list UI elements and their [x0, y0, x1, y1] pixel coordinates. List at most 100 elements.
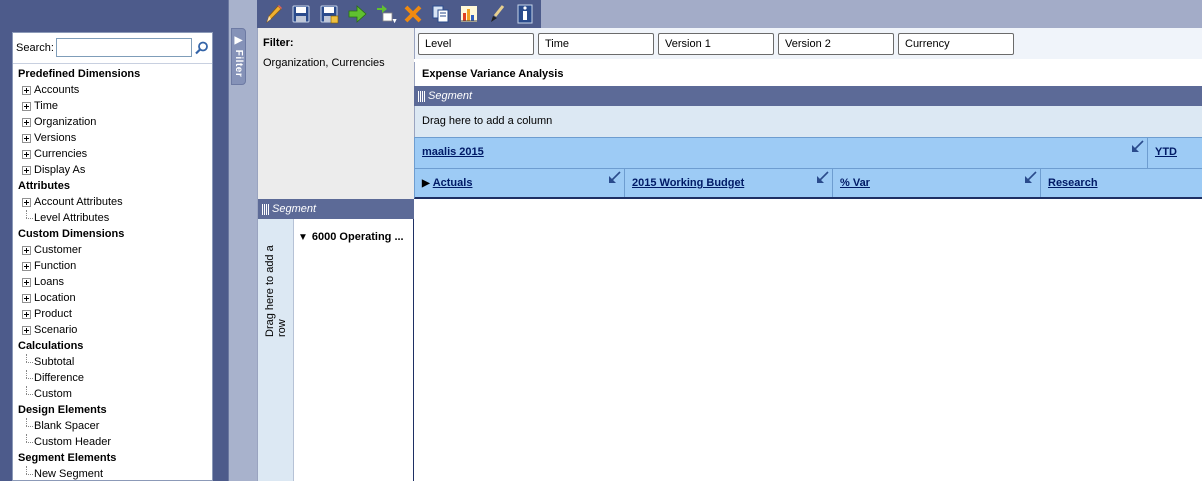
row-header-area: ▼ 6000 Operating ...: [294, 219, 414, 481]
expand-plus-icon[interactable]: [22, 293, 31, 303]
collapse-arrow-icon[interactable]: [608, 171, 621, 184]
save-button[interactable]: [287, 0, 315, 28]
row-drop-zone[interactable]: Drag here to add a row: [257, 219, 294, 481]
insert-button[interactable]: ▼: [371, 0, 399, 28]
column-header-row-1: maalis 2015 YTD: [414, 137, 1202, 168]
row-segment-header[interactable]: Segment: [257, 199, 414, 219]
tree-heading-design-elements: Design Elements: [18, 404, 107, 416]
edit-button[interactable]: [259, 0, 287, 28]
tree-item-label: Custom Header: [34, 436, 112, 448]
column-header-label: % Var: [840, 177, 870, 189]
tree-item-loans[interactable]: Loans: [13, 274, 212, 290]
tree-item-label: Customer: [34, 244, 82, 256]
column-header-label: YTD: [1155, 146, 1177, 158]
tree-item-blank-spacer[interactable]: Blank Spacer: [13, 418, 212, 434]
dimension-chip-currency[interactable]: Currency: [898, 32, 1014, 55]
tree-item-new-segment[interactable]: New Segment: [13, 466, 212, 481]
expand-plus-icon[interactable]: [22, 261, 31, 271]
collapse-arrow-icon[interactable]: [816, 171, 829, 184]
dimension-chip-time[interactable]: Time: [538, 32, 654, 55]
expand-plus-icon[interactable]: [22, 325, 31, 335]
tree-item-label: Organization: [34, 116, 97, 128]
collapse-arrow-icon[interactable]: [1131, 140, 1144, 153]
expand-triangle-icon: ▶: [422, 178, 430, 189]
column-header-percent-var[interactable]: % Var: [833, 169, 1041, 197]
info-button[interactable]: [511, 0, 539, 28]
search-row: Search:: [13, 33, 212, 59]
column-header-working-budget[interactable]: 2015 Working Budget: [625, 169, 833, 197]
tree-heading-segment-elements: Segment Elements: [18, 452, 117, 464]
x-icon: [404, 5, 422, 23]
tree-connector-icon: [22, 434, 33, 450]
tree-item-label: Subtotal: [34, 356, 75, 368]
expand-plus-icon[interactable]: [22, 117, 31, 127]
expand-plus-icon[interactable]: [22, 133, 31, 143]
chart-icon: [461, 6, 477, 22]
tree-item-custom[interactable]: Custom: [13, 386, 212, 402]
tree-item-label: Loans: [34, 276, 64, 288]
tree-item-organization[interactable]: Organization: [13, 114, 212, 130]
expand-plus-icon[interactable]: [22, 149, 31, 159]
tree-connector-icon: [22, 466, 33, 481]
expand-plus-icon[interactable]: [22, 277, 31, 287]
expand-plus-icon[interactable]: [22, 85, 31, 95]
brush-icon: [491, 5, 505, 22]
tree-item-product[interactable]: Product: [13, 306, 212, 322]
expand-plus-icon[interactable]: [22, 245, 31, 255]
tree-item-display-as[interactable]: Display As: [13, 162, 212, 178]
column-header-ytd[interactable]: YTD: [1148, 138, 1202, 168]
tree-item-subtotal[interactable]: Subtotal: [13, 354, 212, 370]
tree-item-function[interactable]: Function: [13, 258, 212, 274]
tree-item-label: Location: [34, 292, 76, 304]
filter-tab[interactable]: ▶ Filter: [231, 28, 246, 85]
column-segment-header[interactable]: Segment: [414, 86, 1202, 106]
dimension-tree: Predefined Dimensions Accounts Time Organiz…: [13, 63, 212, 481]
column-header-maalis-2015[interactable]: maalis 2015: [415, 138, 1148, 168]
chart-button[interactable]: [455, 0, 483, 28]
toolbar-buttons: ▼: [257, 0, 541, 28]
tree-item-level-attributes[interactable]: Level Attributes: [13, 210, 212, 226]
grip-icon: [418, 90, 425, 102]
search-icon[interactable]: [195, 39, 209, 57]
tree-item-difference[interactable]: Difference: [13, 370, 212, 386]
collapse-arrow-icon[interactable]: [1024, 171, 1037, 184]
dimension-chip-version-1[interactable]: Version 1: [658, 32, 774, 55]
search-input[interactable]: [55, 38, 192, 57]
dimension-chip-version-2[interactable]: Version 2: [778, 32, 894, 55]
expand-plus-icon[interactable]: [22, 165, 31, 175]
tree-item-label: New Segment: [34, 468, 104, 480]
tree-item-label: Custom: [34, 388, 72, 400]
column-drop-zone[interactable]: Drag here to add a column: [414, 106, 1202, 137]
tree-item-custom-header[interactable]: Custom Header: [13, 434, 212, 450]
row-header-label: 6000 Operating ...: [311, 231, 404, 243]
tree-item-label: Account Attributes: [34, 196, 123, 208]
tree-item-label: Level Attributes: [34, 212, 110, 224]
tree-item-label: Display As: [34, 164, 86, 176]
column-header-label: 2015 Working Budget: [632, 177, 745, 189]
tree-item-customer[interactable]: Customer: [13, 242, 212, 258]
tree-item-label: Currencies: [34, 148, 88, 160]
row-drag-hint: Drag here to add a row: [263, 245, 288, 337]
run-button[interactable]: [343, 0, 371, 28]
column-header-research[interactable]: Research: [1041, 169, 1202, 197]
tree-item-scenario[interactable]: Scenario: [13, 322, 212, 338]
row-header-6000-operating[interactable]: ▼ 6000 Operating ...: [298, 231, 413, 243]
save-as-button[interactable]: [315, 0, 343, 28]
delete-button[interactable]: [399, 0, 427, 28]
tree-item-account-attributes[interactable]: Account Attributes: [13, 194, 212, 210]
expand-plus-icon[interactable]: [22, 309, 31, 319]
dimension-chip-level[interactable]: Level: [418, 32, 534, 55]
tree-item-time[interactable]: Time: [13, 98, 212, 114]
column-header-actuals[interactable]: ▶ Actuals: [415, 169, 625, 197]
filter-tab-label: Filter: [233, 50, 244, 78]
column-header-label: Research: [1048, 177, 1098, 189]
format-button[interactable]: [483, 0, 511, 28]
tree-item-accounts[interactable]: Accounts: [13, 82, 212, 98]
tree-item-location[interactable]: Location: [13, 290, 212, 306]
tree-item-currencies[interactable]: Currencies: [13, 146, 212, 162]
tree-item-versions[interactable]: Versions: [13, 130, 212, 146]
copy-button[interactable]: [427, 0, 455, 28]
expand-plus-icon[interactable]: [22, 101, 31, 111]
expand-plus-icon[interactable]: [22, 197, 31, 207]
filter-text: Organization, Currencies: [263, 57, 385, 69]
